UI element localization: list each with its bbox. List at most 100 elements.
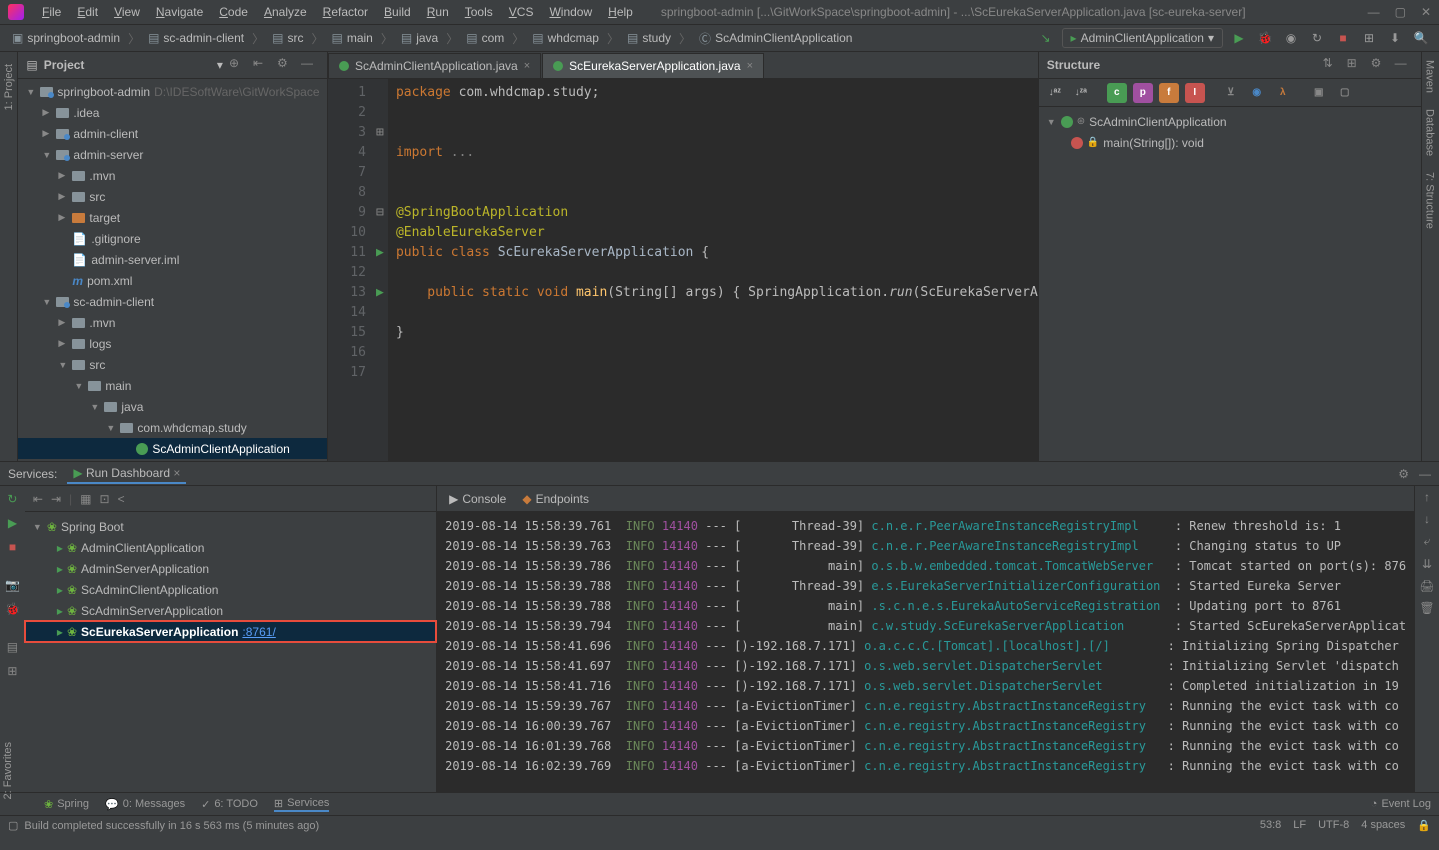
- service-app-node[interactable]: ▸ ❀ AdminClientApplication: [25, 537, 436, 558]
- class-filter-icon[interactable]: c: [1107, 83, 1127, 103]
- tree-node[interactable]: 📄.gitignore: [18, 228, 327, 249]
- lock-icon[interactable]: 🔒: [1417, 819, 1431, 832]
- run-icon[interactable]: ▶: [1229, 28, 1249, 48]
- services-tree[interactable]: ▼❀ Spring Boot▸ ❀ AdminClientApplication…: [25, 512, 436, 792]
- tree-node[interactable]: ▶target: [18, 207, 327, 228]
- share-icon[interactable]: <: [118, 492, 125, 506]
- menu-edit[interactable]: Edit: [69, 5, 106, 19]
- lambda-icon[interactable]: λ: [1273, 83, 1293, 103]
- fields-icon[interactable]: ⊻: [1221, 83, 1241, 103]
- event-log-tab[interactable]: ◔ Event Log: [1371, 798, 1431, 810]
- breadcrumb-item[interactable]: ▤ sc-admin-client: [144, 29, 248, 47]
- search-icon[interactable]: 🔍: [1411, 28, 1431, 48]
- maven-tool-tab[interactable]: Maven: [1422, 52, 1438, 101]
- structure-tree[interactable]: ▼ ⊛ ScAdminClientApplication 🔒 main(Stri…: [1039, 107, 1421, 157]
- tree-node[interactable]: ▼src: [18, 354, 327, 375]
- run-config-selector[interactable]: ▸ AdminClientApplication ▾: [1062, 28, 1223, 48]
- collapse-icon[interactable]: ⇤: [253, 56, 271, 74]
- indent-info[interactable]: 4 spaces: [1361, 819, 1405, 832]
- scroll-icon[interactable]: ⇊: [1422, 557, 1432, 571]
- gear-icon[interactable]: ⚙: [1371, 56, 1389, 74]
- tree-node[interactable]: ▶logs: [18, 333, 327, 354]
- autoscroll-icon[interactable]: ▣: [1309, 83, 1329, 103]
- console-tab[interactable]: ▶ Console: [449, 492, 506, 506]
- menu-run[interactable]: Run: [419, 5, 457, 19]
- print-icon[interactable]: 🖨: [1419, 579, 1434, 593]
- breadcrumb-item[interactable]: ▤ study: [623, 29, 675, 47]
- editor-tab[interactable]: ScAdminClientApplication.java×: [328, 53, 541, 78]
- service-app-node[interactable]: ▸ ❀ AdminServerApplication: [25, 558, 436, 579]
- expand-icon[interactable]: ⇥: [51, 492, 61, 506]
- locate-icon[interactable]: ⊕: [229, 56, 247, 74]
- collapse-icon[interactable]: ⇤: [33, 492, 43, 506]
- breadcrumb-item[interactable]: ▤ java: [397, 29, 442, 47]
- menu-help[interactable]: Help: [600, 5, 641, 19]
- project-tool-tab[interactable]: 1: Project: [1, 56, 17, 118]
- tree-node[interactable]: ▶.mvn: [18, 165, 327, 186]
- run-dashboard-tab[interactable]: ▶ Run Dashboard ×: [67, 464, 186, 484]
- menu-code[interactable]: Code: [211, 5, 256, 19]
- caret-position[interactable]: 53:8: [1260, 819, 1281, 832]
- menu-view[interactable]: View: [106, 5, 148, 19]
- service-app-node[interactable]: ▸ ❀ ScAdminClientApplication: [25, 579, 436, 600]
- database-tool-tab[interactable]: Database: [1422, 101, 1438, 164]
- field-filter-icon[interactable]: f: [1159, 83, 1179, 103]
- minimize-icon[interactable]: —: [1368, 5, 1380, 19]
- profile-icon[interactable]: ↻: [1307, 28, 1327, 48]
- close-icon[interactable]: ✕: [1421, 5, 1431, 19]
- group-icon[interactable]: ▦: [80, 492, 91, 506]
- clear-icon[interactable]: 🗑: [1419, 601, 1434, 615]
- build-icon[interactable]: ↘: [1036, 28, 1056, 48]
- coverage-icon[interactable]: ◉: [1281, 28, 1301, 48]
- tree-node[interactable]: mpom.xml: [18, 270, 327, 291]
- tree-node[interactable]: ▶admin-client: [18, 123, 327, 144]
- menu-tools[interactable]: Tools: [457, 5, 501, 19]
- stop-icon[interactable]: ■: [1333, 28, 1353, 48]
- debug-icon[interactable]: 🐞: [1255, 28, 1275, 48]
- up-icon[interactable]: ↑: [1424, 490, 1430, 504]
- filter2-icon[interactable]: ⊡: [100, 492, 110, 506]
- tree-node[interactable]: 📄admin-server.iml: [18, 249, 327, 270]
- breadcrumb-item[interactable]: ▤ com: [462, 29, 508, 47]
- tree-node[interactable]: ▶.idea: [18, 102, 327, 123]
- favorites-tool-tab[interactable]: 2: Favorites: [0, 734, 16, 807]
- gear-icon[interactable]: ⚙: [277, 56, 295, 74]
- services-tab[interactable]: ⊞ Services: [274, 797, 329, 812]
- expand-icon[interactable]: ⊞: [1347, 56, 1365, 74]
- sort-za-icon[interactable]: ↓ᶻᵃ: [1071, 83, 1091, 103]
- breadcrumb-item[interactable]: ▤ whdcmap: [528, 29, 603, 47]
- tree-node[interactable]: ▼sc-admin-client: [18, 291, 327, 312]
- chevron-down-icon[interactable]: ▾: [217, 58, 223, 72]
- autoscroll2-icon[interactable]: ▢: [1335, 83, 1355, 103]
- menu-file[interactable]: File: [34, 5, 69, 19]
- messages-tab[interactable]: 💬 0: Messages: [105, 798, 185, 811]
- tree-node[interactable]: ▼java: [18, 396, 327, 417]
- breadcrumb-item[interactable]: ▤ src: [268, 29, 307, 47]
- tree-node[interactable]: ▼main: [18, 375, 327, 396]
- wrap-icon[interactable]: ⤶: [1424, 534, 1431, 549]
- menu-navigate[interactable]: Navigate: [148, 5, 211, 19]
- run-gutter-icon[interactable]: ▶: [372, 283, 388, 303]
- breadcrumb-item[interactable]: ▤ main: [328, 29, 377, 47]
- menu-vcs[interactable]: VCS: [501, 5, 542, 19]
- run-gutter-icon[interactable]: ▶: [372, 243, 388, 263]
- todo-tab[interactable]: ✓ 6: TODO: [201, 798, 258, 811]
- structure-method-node[interactable]: 🔒 main(String[]): void: [1043, 132, 1417, 153]
- tree-node[interactable]: ▼springboot-admin D:\IDESoftWare\GitWork…: [18, 81, 327, 102]
- gear-icon[interactable]: ⚙: [1398, 467, 1409, 481]
- tree-node[interactable]: ▼admin-server: [18, 144, 327, 165]
- structure-class-node[interactable]: ▼ ⊛ ScAdminClientApplication: [1043, 111, 1417, 132]
- update-icon[interactable]: ⊞: [1359, 28, 1379, 48]
- sort-az-icon[interactable]: ↓ᵃᶻ: [1045, 83, 1065, 103]
- inherit-filter-icon[interactable]: I: [1185, 83, 1205, 103]
- editor-body[interactable]: 12347891011121314151617 ⊞ ⊟ ▶ ▶ package …: [328, 79, 1038, 461]
- menu-build[interactable]: Build: [376, 5, 419, 19]
- maximize-icon[interactable]: ▢: [1395, 5, 1406, 19]
- hide-icon[interactable]: —: [301, 56, 319, 74]
- close-tab-icon[interactable]: ×: [524, 60, 530, 72]
- property-filter-icon[interactable]: p: [1133, 83, 1153, 103]
- spring-tab[interactable]: ❀ Spring: [44, 798, 89, 811]
- anon-icon[interactable]: ◉: [1247, 83, 1267, 103]
- tree-node[interactable]: ScAdminClientApplication: [18, 438, 327, 459]
- breadcrumb-item[interactable]: ▣ springboot-admin: [8, 29, 124, 47]
